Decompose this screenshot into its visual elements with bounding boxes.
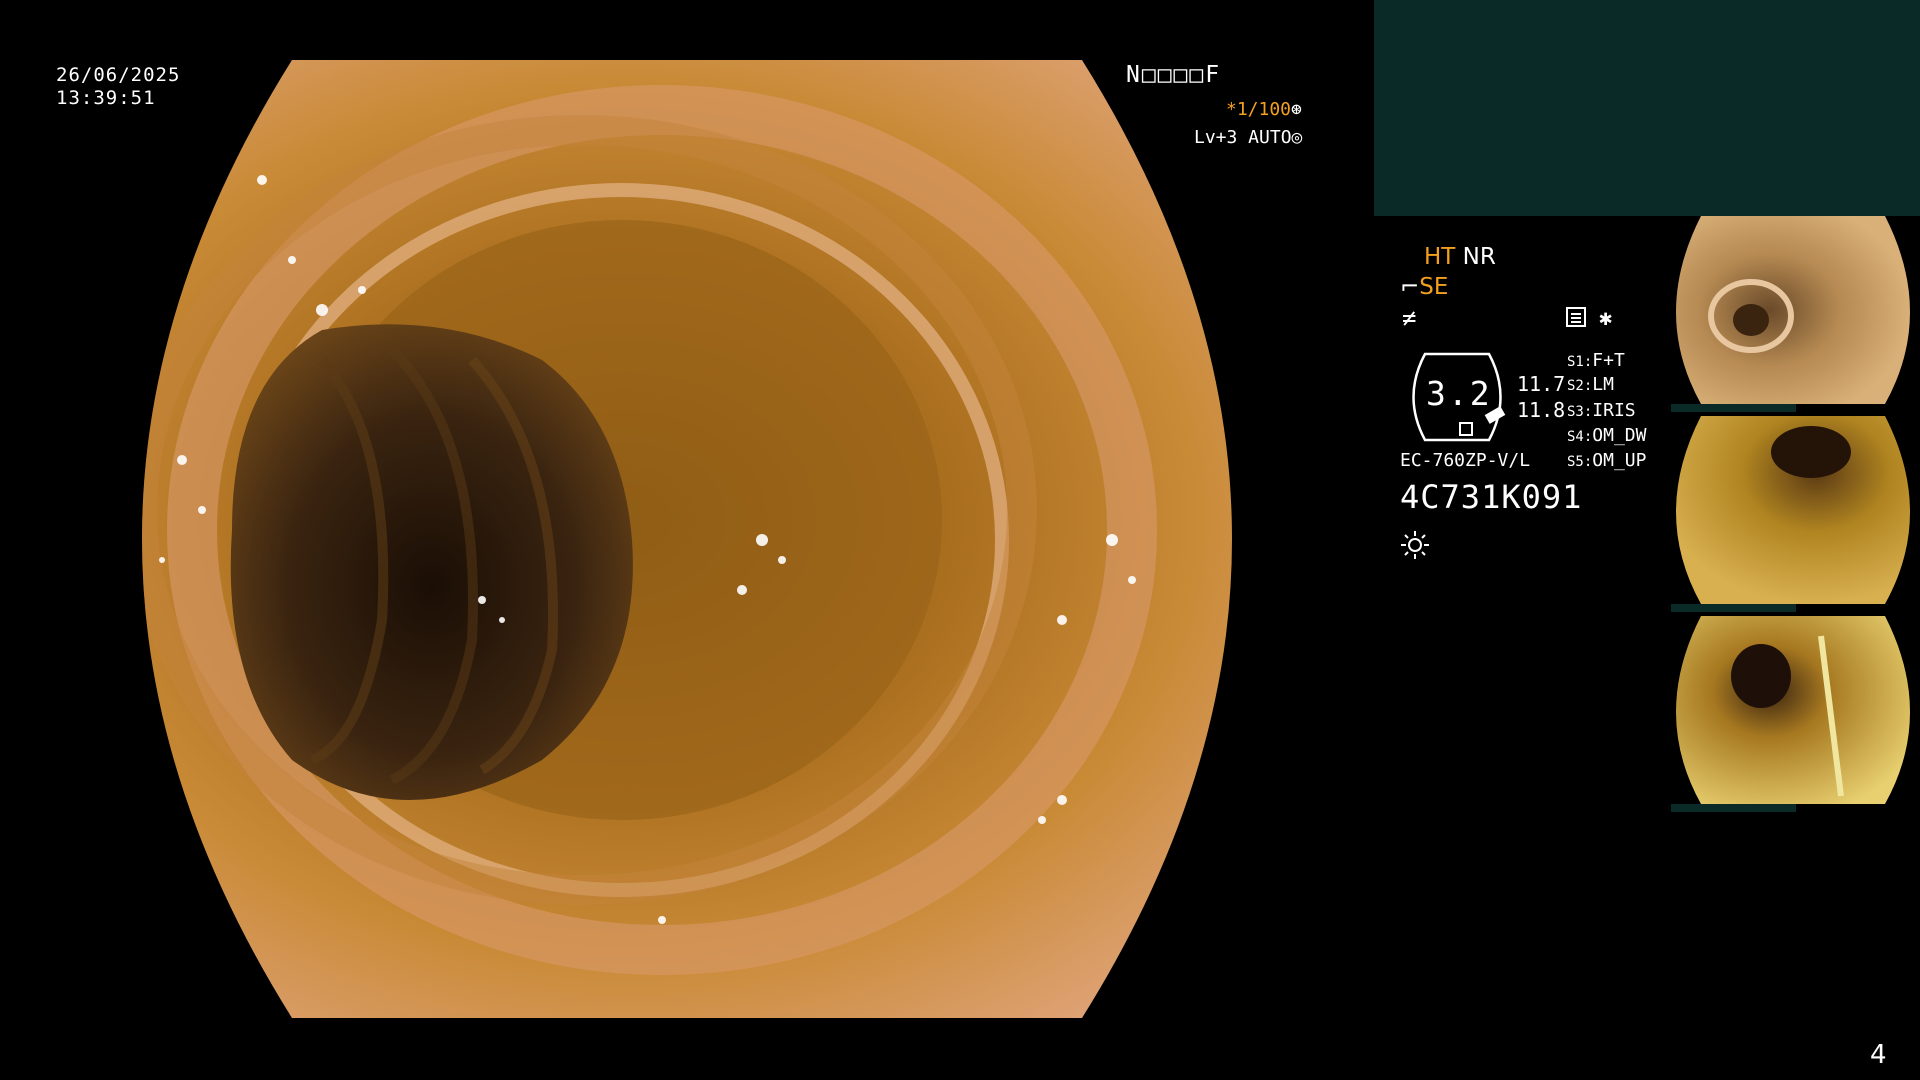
captured-thumbnail-3[interactable] xyxy=(1671,616,1915,812)
thumbnail-bar xyxy=(1671,604,1796,612)
switch-label: OM_UP xyxy=(1592,450,1647,471)
captured-thumbnail-2[interactable] xyxy=(1671,416,1915,612)
thumbnail-bar xyxy=(1671,804,1796,812)
thumbnail-bar xyxy=(1671,404,1796,412)
switch-key: S4: xyxy=(1567,429,1593,445)
thumbnail-image xyxy=(1676,616,1910,804)
scope-model: EC-760ZP-V/L xyxy=(1400,450,1531,471)
switch-s3: S3:IRIS xyxy=(1567,400,1636,421)
captured-thumbnail-1[interactable] xyxy=(1671,216,1915,412)
record-icon xyxy=(1566,307,1586,327)
ht-label: HT xyxy=(1424,244,1456,270)
switch-label: F+T xyxy=(1592,350,1625,371)
switch-s5: S5:OM_UP xyxy=(1567,450,1646,471)
shutter-text: *1/100 xyxy=(1226,99,1292,120)
page-number: 4 xyxy=(1870,1040,1887,1070)
thumbnail-image xyxy=(1676,216,1910,404)
switch-key: S3: xyxy=(1567,404,1593,420)
info-block xyxy=(1374,0,1920,216)
switch-s4: S4:OM_DW xyxy=(1567,425,1646,446)
switch-key: S2: xyxy=(1567,378,1593,394)
se-label: SE xyxy=(1419,274,1449,300)
enhancement-mode: HT NR xyxy=(1424,244,1496,270)
zoom-value: 3.2 xyxy=(1426,374,1492,413)
level-text: Lv+3 AUTO xyxy=(1194,127,1292,148)
f-symbol-icon: ≠ xyxy=(1402,304,1417,332)
brightness-level: Lv+3 AUTO◎ xyxy=(1194,127,1302,148)
time-text: 13:39:51 xyxy=(56,87,156,109)
aperture-icon: ⊛ xyxy=(1291,99,1302,120)
structure-enhancement: ⌐SE xyxy=(1400,274,1448,300)
shutter-speed: *1/100⊛ xyxy=(1226,99,1302,120)
zoom-value-b: 11.8 xyxy=(1517,398,1566,422)
switch-key: S5: xyxy=(1567,454,1593,470)
endoscopy-main-view xyxy=(62,60,1312,1018)
switch-key: S1: xyxy=(1567,354,1593,370)
date-text: 26/06/2025 xyxy=(56,64,181,86)
thumbnail-image xyxy=(1676,416,1910,604)
sun-icon xyxy=(1401,531,1429,559)
date-time-readout: 26/06/2025 13:39:51 xyxy=(56,64,180,110)
switch-label: OM_DW xyxy=(1592,425,1647,446)
patient-id: N□□□□F xyxy=(1126,62,1222,88)
colon-lumen-image xyxy=(142,60,1232,1018)
switch-label: IRIS xyxy=(1592,400,1636,421)
zoom-value-a: 11.7 xyxy=(1517,372,1566,396)
scope-icon: ⌐ xyxy=(1400,274,1420,300)
asterisk-icon: ✱ xyxy=(1599,306,1613,331)
nr-label: NR xyxy=(1462,244,1496,270)
target-icon: ◎ xyxy=(1291,127,1303,148)
switch-label: LM xyxy=(1592,374,1614,395)
switch-s1: S1:F+T xyxy=(1567,350,1625,371)
switch-s2: S2:LM xyxy=(1567,374,1614,395)
scope-serial: 4C731K091 xyxy=(1400,478,1583,516)
